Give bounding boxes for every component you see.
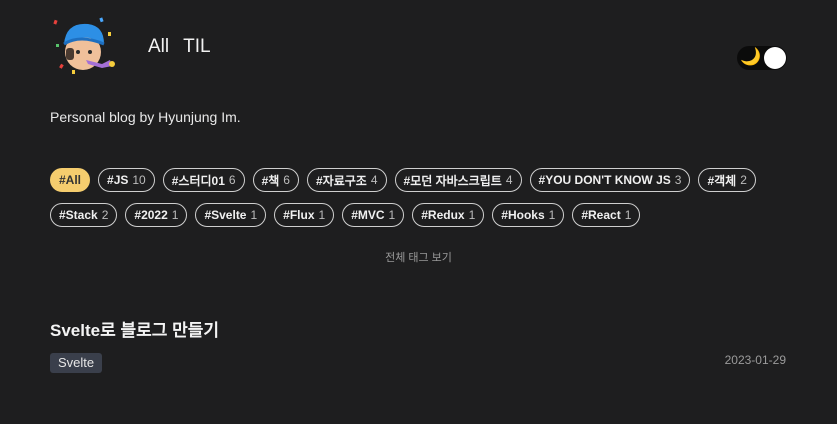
post-tag-badge[interactable]: Svelte: [50, 353, 103, 373]
tag-count: 6: [228, 173, 236, 187]
tag-chip[interactable]: #자료구조 4: [306, 168, 387, 192]
show-all-tags-link[interactable]: 전체 태그 보기: [0, 249, 837, 265]
tag-label: #Redux: [421, 208, 465, 222]
tag-count: 1: [318, 208, 326, 222]
tag-chip[interactable]: #MVC 1: [342, 203, 405, 227]
tag-label: #자료구조: [315, 173, 367, 188]
tag-chip[interactable]: #Flux 1: [274, 203, 335, 227]
tag-chip[interactable]: #Hooks 1: [492, 203, 565, 227]
tag-label: #Flux: [283, 208, 315, 222]
tag-count: 4: [505, 173, 513, 187]
tag-chip[interactable]: #객체 2: [698, 168, 756, 192]
tag-label: #React: [581, 208, 621, 222]
tag-count: 1: [624, 208, 632, 222]
header: All TIL 🌙: [50, 14, 787, 80]
tag-label: #Svelte: [204, 208, 247, 222]
post-title[interactable]: Svelte로 블로그 만들기: [50, 316, 219, 341]
tag-label: #MVC: [351, 208, 385, 222]
tag-chip[interactable]: #2022 1: [125, 203, 188, 227]
tag-chip[interactable]: #React 1: [572, 203, 641, 227]
tag-count: 6: [283, 173, 290, 187]
tag-label: #2022: [134, 208, 168, 222]
tag-count: 1: [468, 208, 476, 222]
bio-text: Personal blog by Hyunjung Im.: [50, 109, 241, 125]
post-date: 2023-01-29: [724, 353, 786, 367]
tag-label: #스터디01: [171, 173, 225, 188]
tag-count: 1: [388, 208, 396, 222]
tag-label: #YOU DON'T KNOW JS: [538, 173, 671, 187]
toggle-knob: [764, 47, 786, 69]
tag-chip[interactable]: #JS 10: [98, 168, 155, 192]
tag-label: #All: [59, 173, 82, 187]
tag-label: #책: [261, 173, 280, 188]
tag-count: 1: [548, 208, 556, 222]
tag-count: 3: [674, 173, 682, 187]
main-nav: All TIL: [148, 36, 211, 58]
tag-chip[interactable]: #Redux 1: [412, 203, 485, 227]
tag-chip[interactable]: #Stack 2: [50, 203, 118, 227]
party-face-avatar-icon: [53, 17, 115, 74]
tag-count: 4: [370, 173, 378, 187]
tag-chip[interactable]: #책 6: [252, 168, 299, 192]
tag-chip[interactable]: #모던 자바스크립트 4: [394, 168, 522, 192]
tag-list: #All #JS 10 #스터디01 6 #책 6 #자료구조 4 #모던 자바스크립트 4 #YOU…: [50, 168, 790, 227]
nav-til-link[interactable]: TIL: [183, 36, 210, 58]
tag-chip[interactable]: #YOU DON'T KNOW JS 3: [529, 168, 691, 192]
moon-icon: 🌙: [740, 47, 762, 66]
tag-count: 1: [250, 208, 258, 222]
tag-label: #JS: [107, 173, 129, 187]
tag-label: #Hooks: [501, 208, 545, 222]
nav-all-link[interactable]: All: [148, 36, 169, 58]
tag-label: #모던 자바스크립트: [403, 173, 502, 188]
tag-chip[interactable]: #Svelte 1: [195, 203, 267, 227]
tag-label: #Stack: [59, 208, 98, 222]
tag-count: 2: [101, 208, 109, 222]
tag-chip[interactable]: #스터디01 6: [162, 168, 245, 192]
tag-count: 2: [740, 173, 747, 187]
theme-toggle[interactable]: 🌙: [737, 46, 787, 70]
tag-label: #객체: [707, 173, 737, 188]
avatar[interactable]: [50, 14, 120, 80]
tag-chip[interactable]: #All: [50, 168, 91, 192]
tag-count: 10: [132, 173, 146, 187]
tag-count: 1: [171, 208, 179, 222]
